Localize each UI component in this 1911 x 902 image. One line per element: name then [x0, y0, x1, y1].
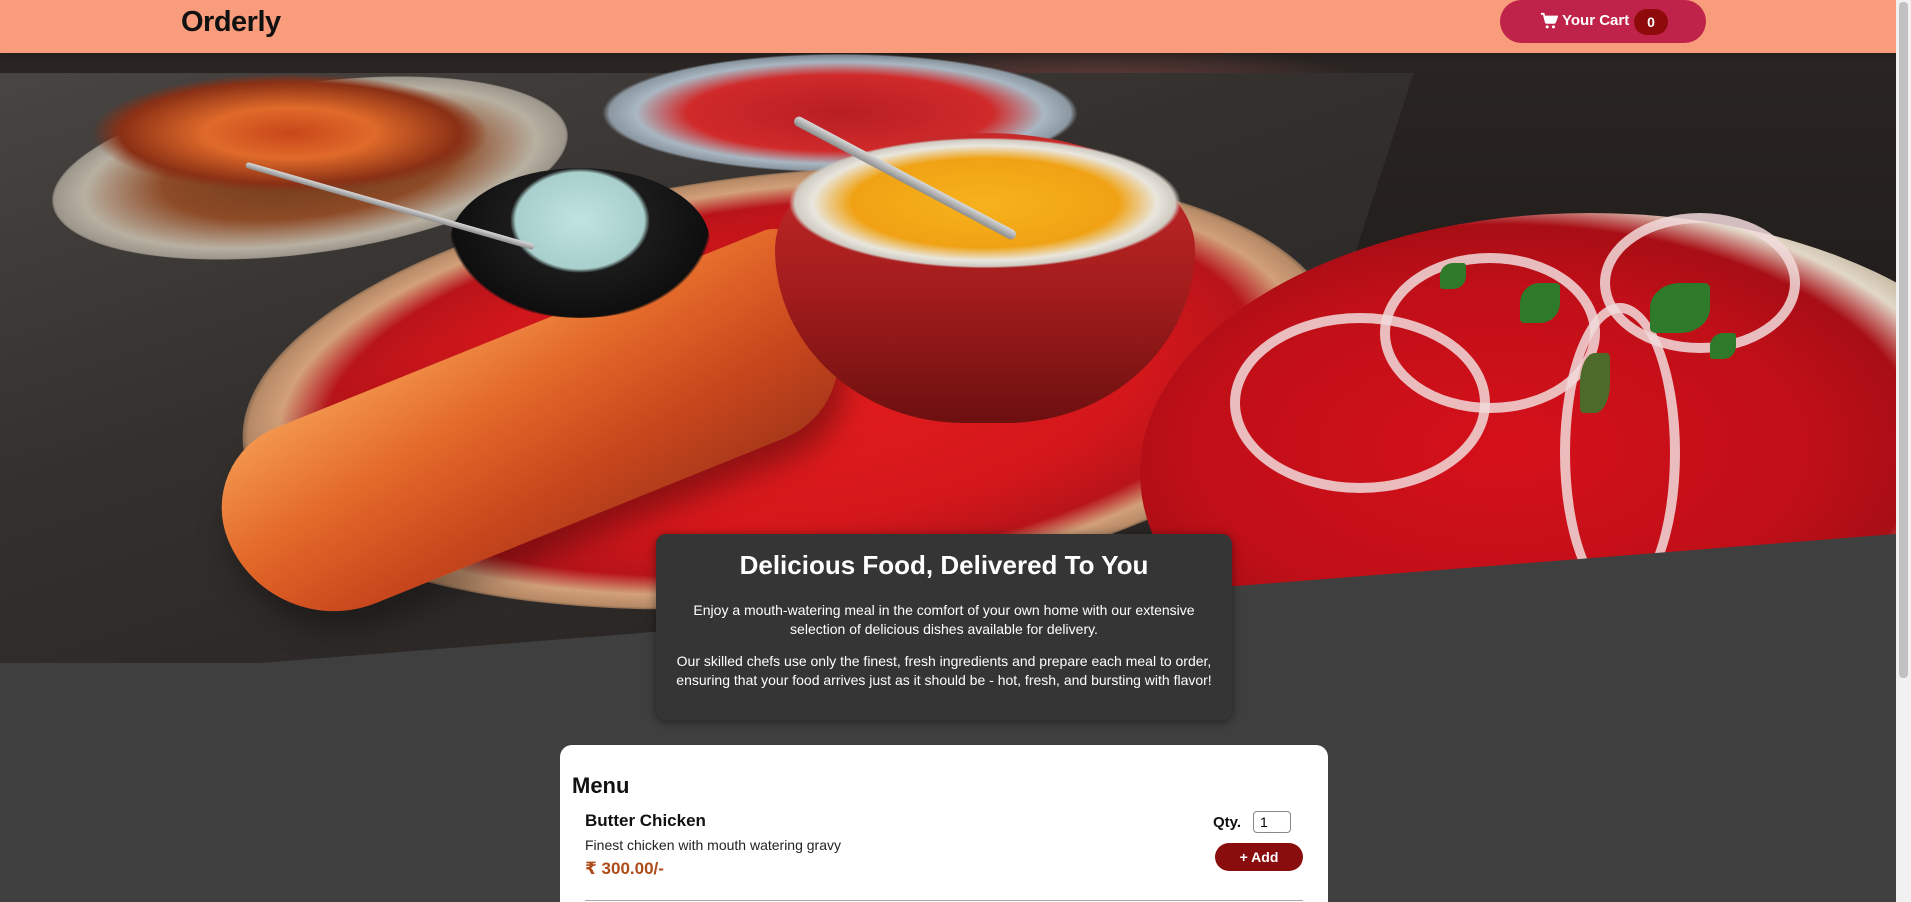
item-price: ₹ 300.00/-	[585, 859, 664, 878]
qty-label: Qty.	[1212, 813, 1241, 831]
brand-logo[interactable]: Orderly	[181, 6, 281, 39]
intro-title: Delicious Food, Delivered To You	[739, 550, 1149, 580]
cart-label: Your Cart	[1562, 12, 1630, 29]
menu-item: Butter Chicken Finest chicken with mouth…	[585, 811, 1303, 901]
scrollbar-thumb[interactable]	[1899, 2, 1908, 678]
cart-icon	[1540, 12, 1558, 29]
qty-row: Qty.	[1213, 811, 1291, 833]
intro-card: Delicious Food, Delivered To You Enjoy a…	[656, 534, 1232, 720]
add-to-cart-button[interactable]: + Add	[1215, 843, 1303, 871]
item-name: Butter Chicken	[585, 811, 706, 830]
cart-count-badge: 0	[1634, 9, 1668, 35]
menu-card: Menu Butter Chicken Finest chicken with …	[560, 745, 1328, 902]
intro-paragraph-1: Enjoy a mouth-watering meal in the comfo…	[693, 602, 1195, 637]
cart-button[interactable]: Your Cart 0	[1500, 0, 1706, 43]
site-header: Orderly Your Cart 0	[0, 0, 1896, 53]
page-scrollbar[interactable]	[1896, 0, 1911, 902]
qty-input[interactable]	[1253, 811, 1291, 833]
item-description: Finest chicken with mouth watering gravy	[585, 837, 841, 853]
menu-title: Menu	[572, 773, 630, 798]
intro-paragraph-2: Our skilled chefs use only the finest, f…	[676, 653, 1212, 688]
page: Orderly Your Cart 0 Delicious Food, Deli…	[0, 0, 1911, 902]
